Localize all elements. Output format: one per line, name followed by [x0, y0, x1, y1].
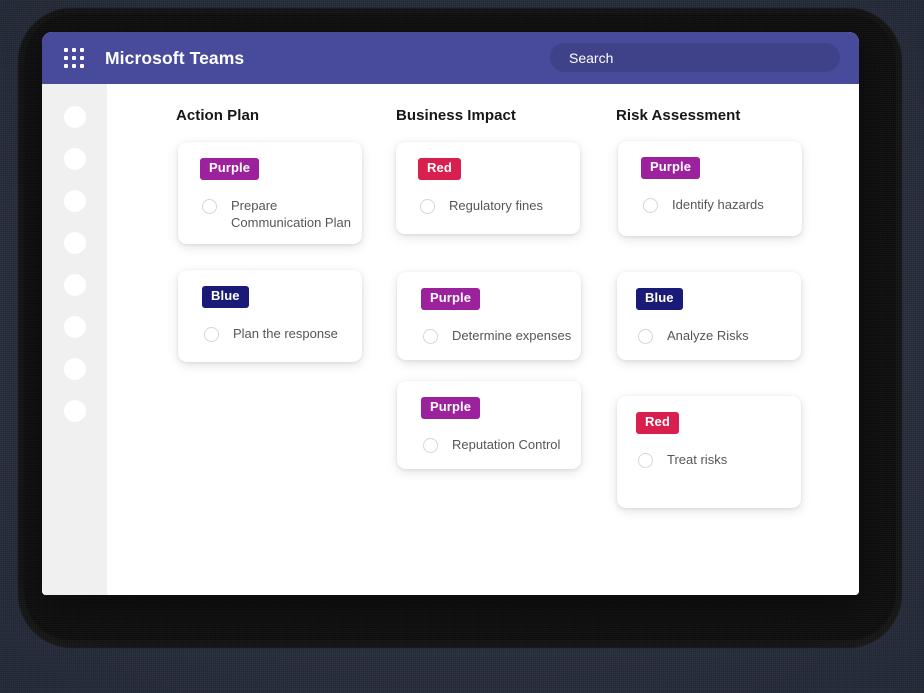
status-badge[interactable]: Blue [636, 288, 683, 310]
status-badge[interactable]: Purple [421, 288, 481, 310]
task-card[interactable]: Purple Determine expenses [397, 272, 581, 360]
task-label: Determine expenses [452, 327, 572, 343]
column-title: Risk Assessment [616, 107, 741, 124]
task-label: Plan the response [233, 325, 338, 341]
task-label: Prepare Communication Plan [231, 197, 351, 231]
sidebar-item-2[interactable] [63, 148, 86, 170]
status-badge[interactable]: Purple [200, 158, 260, 180]
task-checkbox[interactable] [643, 197, 658, 213]
task-card[interactable]: Purple Reputation Control [397, 381, 581, 469]
task-card[interactable]: Purple Identify hazards [618, 141, 802, 236]
task-checkbox[interactable] [204, 326, 219, 342]
column-title: Action Plan [176, 107, 260, 124]
status-badge[interactable]: Purple [421, 397, 481, 419]
task-label: Treat risks [667, 451, 728, 467]
window-body: Action Plan Purple Prepare Communication… [42, 84, 859, 595]
grid-apps-icon[interactable] [64, 48, 84, 68]
search-box[interactable] [550, 43, 840, 72]
sidebar-item-4[interactable] [63, 232, 86, 254]
task-card[interactable]: Blue Plan the response [178, 270, 362, 362]
sidebar-item-7[interactable] [63, 358, 86, 380]
task-checkbox[interactable] [420, 198, 435, 214]
app-window: Microsoft Teams Action Plan Purple [42, 32, 859, 595]
task-label: Identify hazards [672, 196, 764, 212]
task-card[interactable]: Blue Analyze Risks [617, 272, 801, 360]
task-checkbox[interactable] [638, 452, 653, 468]
task-label: Analyze Risks [667, 327, 749, 343]
app-title: Microsoft Teams [105, 47, 245, 68]
sidebar-item-6[interactable] [63, 316, 86, 338]
sidebar [42, 84, 107, 595]
task-checkbox[interactable] [202, 198, 217, 214]
task-checkbox[interactable] [423, 328, 438, 344]
kanban-board: Action Plan Purple Prepare Communication… [107, 84, 859, 595]
sidebar-item-3[interactable] [63, 190, 86, 212]
sidebar-item-8[interactable] [63, 400, 86, 422]
task-label: Regulatory fines [449, 197, 543, 213]
search-input[interactable] [567, 48, 821, 67]
task-card[interactable]: Red Regulatory fines [396, 142, 580, 234]
sidebar-item-5[interactable] [63, 274, 86, 296]
status-badge[interactable]: Red [418, 158, 461, 180]
column-title: Business Impact [396, 107, 516, 124]
status-badge[interactable]: Blue [202, 286, 249, 308]
task-checkbox[interactable] [638, 328, 653, 344]
titlebar: Microsoft Teams [42, 32, 859, 84]
task-card[interactable]: Purple Prepare Communication Plan [178, 142, 362, 244]
status-badge[interactable]: Purple [641, 157, 701, 179]
sidebar-item-1[interactable] [63, 106, 86, 128]
task-label: Reputation Control [452, 436, 561, 452]
task-card[interactable]: Red Treat risks [617, 396, 801, 508]
status-badge[interactable]: Red [636, 412, 679, 434]
task-checkbox[interactable] [423, 437, 438, 453]
